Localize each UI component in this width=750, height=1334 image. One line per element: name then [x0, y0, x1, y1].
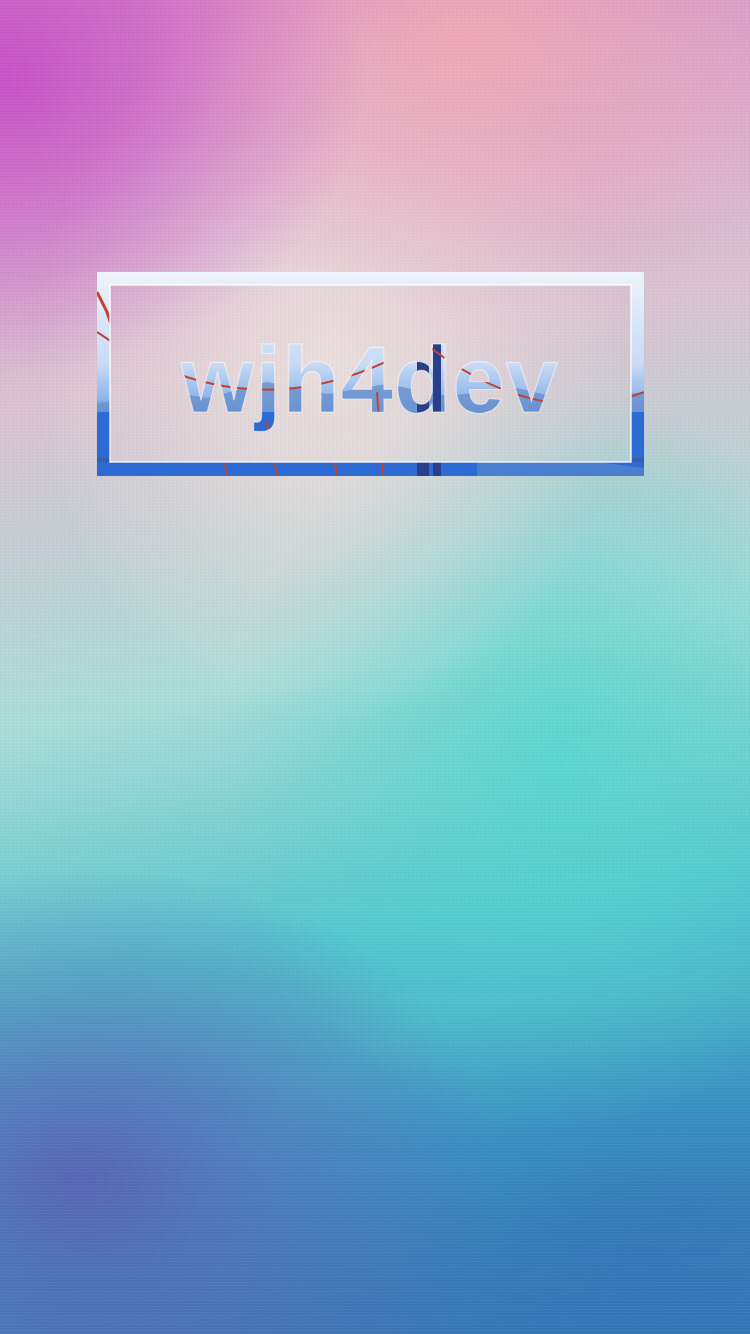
logo-graphic: wjh4dev: [97, 272, 644, 476]
texture-overlay: [0, 0, 750, 1334]
logo: wjh4dev: [97, 272, 644, 476]
logo-text: wjh4dev: [180, 327, 559, 432]
